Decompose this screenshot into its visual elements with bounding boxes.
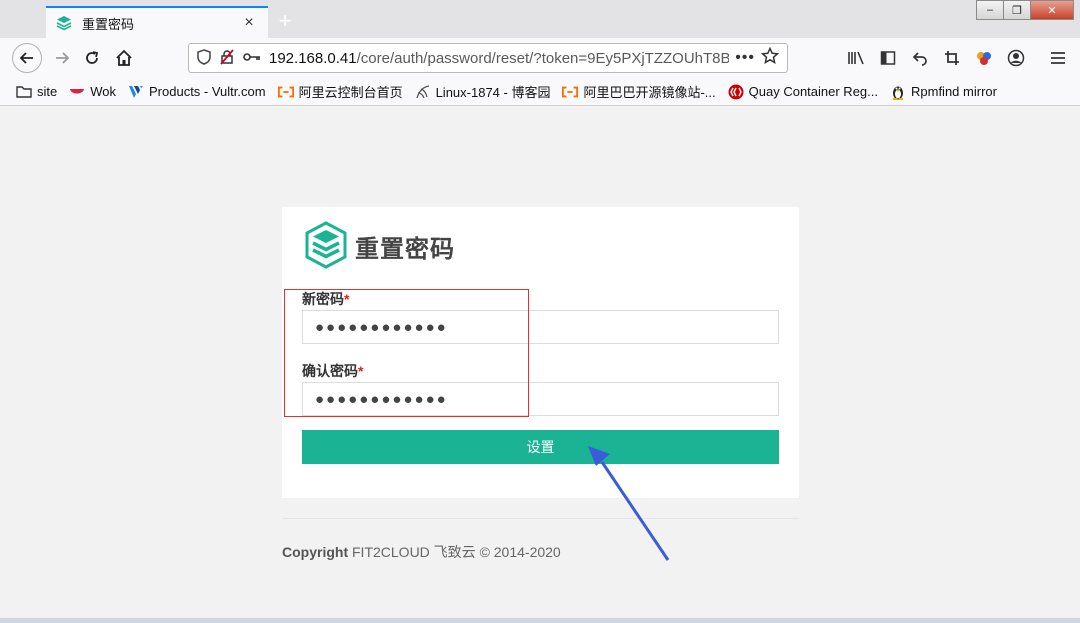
navigation-toolbar: 192.168.0.41/core/auth/password/reset/?t… — [0, 38, 1080, 78]
minimize-button[interactable]: – — [976, 0, 1004, 20]
required-mark: * — [344, 291, 350, 307]
account-icon[interactable] — [1000, 44, 1032, 72]
undo-icon[interactable] — [904, 44, 936, 72]
cnblogs-icon — [415, 84, 431, 99]
bookmark-quay[interactable]: Quay Container Reg... — [728, 84, 878, 99]
library-icon[interactable] — [840, 44, 872, 72]
shield-icon[interactable] — [197, 48, 211, 68]
window-controls: – ❐ ✕ — [976, 0, 1074, 20]
bookmark-aliyun-console[interactable]: 阿里云控制台首页 — [277, 82, 403, 101]
forward-button[interactable] — [48, 44, 76, 72]
bookmark-rpmfind[interactable]: Rpmfind mirror — [890, 84, 997, 100]
vultr-icon — [128, 85, 144, 99]
url-bar[interactable]: 192.168.0.41/core/auth/password/reset/?t… — [188, 43, 788, 73]
bookmark-label: Rpmfind mirror — [911, 84, 997, 99]
url-text[interactable]: 192.168.0.41/core/auth/password/reset/?t… — [269, 50, 729, 67]
home-button[interactable] — [110, 44, 138, 72]
page-title: 重置密码 — [355, 236, 455, 263]
page-actions-more-icon[interactable]: ••• — [735, 49, 755, 67]
fit2cloud-logo-icon — [305, 221, 347, 269]
window-frame-bottom — [0, 618, 1080, 623]
url-host: 192.168.0.41 — [269, 49, 357, 67]
tab-strip: 重置密码 × + – ❐ ✕ — [0, 0, 1080, 38]
wok-icon — [69, 85, 85, 99]
tux-icon — [890, 85, 906, 100]
confirm-password-input[interactable] — [302, 382, 779, 416]
tab-reset-password[interactable]: 重置密码 × — [46, 6, 268, 38]
url-path: /core/auth/password/reset/?token=9Ey5PXj… — [356, 49, 730, 67]
restore-button[interactable]: ❐ — [1003, 0, 1031, 20]
bookmark-label: 阿里云控制台首页 — [298, 85, 403, 100]
sidebar-icon[interactable] — [872, 44, 904, 72]
quay-icon — [728, 84, 744, 99]
page-content: 重置密码 新密码* 确认密码* 设置 Copyright FIT2CLOUD 飞… — [0, 106, 1080, 618]
new-password-label-text: 新密码 — [302, 291, 344, 307]
color-dots-icon[interactable] — [968, 44, 1000, 72]
copyright-company: FIT2CLOUD 飞致云 © 2014-2020 — [352, 544, 561, 560]
bookmarks-toolbar: site Wok Products - Vultr.com 阿里云控制台首页 L… — [0, 78, 1080, 106]
reload-icon — [86, 51, 99, 64]
insecure-lock-icon[interactable] — [219, 48, 235, 68]
copyright-word: Copyright — [282, 544, 349, 560]
crop-icon[interactable] — [936, 44, 968, 72]
new-tab-button[interactable]: + — [272, 8, 298, 34]
back-button[interactable] — [12, 43, 42, 73]
tab-title: 重置密码 — [82, 16, 135, 32]
bookmark-site[interactable]: site — [16, 84, 57, 99]
toolbar-icons — [840, 44, 1074, 72]
home-icon — [116, 49, 132, 66]
bookmark-star-icon[interactable] — [760, 46, 780, 70]
folder-icon — [16, 85, 32, 99]
bookmark-label: Wok — [90, 84, 116, 99]
bookmark-label: site — [37, 84, 58, 99]
tab-close-icon[interactable]: × — [240, 14, 258, 32]
back-arrow-icon — [19, 52, 33, 64]
key-icon[interactable] — [243, 50, 261, 66]
bookmark-label: Linux-1874 - 博客园 — [435, 85, 551, 100]
close-window-button[interactable]: ✕ — [1030, 0, 1074, 20]
bookmark-aliyun-mirror[interactable]: 阿里巴巴开源镜像站-... — [562, 82, 716, 101]
bookmark-cnblogs[interactable]: Linux-1874 - 博客园 — [415, 82, 551, 101]
new-password-input[interactable] — [302, 310, 779, 344]
bookmark-label: Products - Vultr.com — [149, 84, 266, 99]
footer-divider — [282, 518, 799, 519]
bookmark-label: Quay Container Reg... — [748, 84, 878, 99]
new-password-label: 新密码* — [302, 289, 349, 309]
footer-copyright: Copyright FIT2CLOUD 飞致云 © 2014-2020 — [282, 542, 561, 562]
required-mark: * — [358, 363, 364, 379]
reset-password-card: 重置密码 新密码* 确认密码* 设置 — [282, 207, 799, 498]
bookmark-vultr[interactable]: Products - Vultr.com — [128, 84, 266, 99]
aliyun-icon — [562, 85, 579, 99]
bookmark-wok[interactable]: Wok — [69, 84, 116, 99]
bookmark-label: 阿里巴巴开源镜像站-... — [583, 85, 716, 100]
confirm-password-label-text: 确认密码 — [302, 363, 358, 379]
confirm-password-label: 确认密码* — [302, 361, 363, 381]
forward-arrow-icon — [56, 52, 70, 64]
reload-button[interactable] — [78, 44, 106, 72]
set-password-button[interactable]: 设置 — [302, 430, 779, 464]
aliyun-icon — [277, 85, 294, 99]
fit2cloud-favicon-icon — [56, 16, 72, 31]
menu-hamburger-icon[interactable] — [1042, 44, 1074, 72]
